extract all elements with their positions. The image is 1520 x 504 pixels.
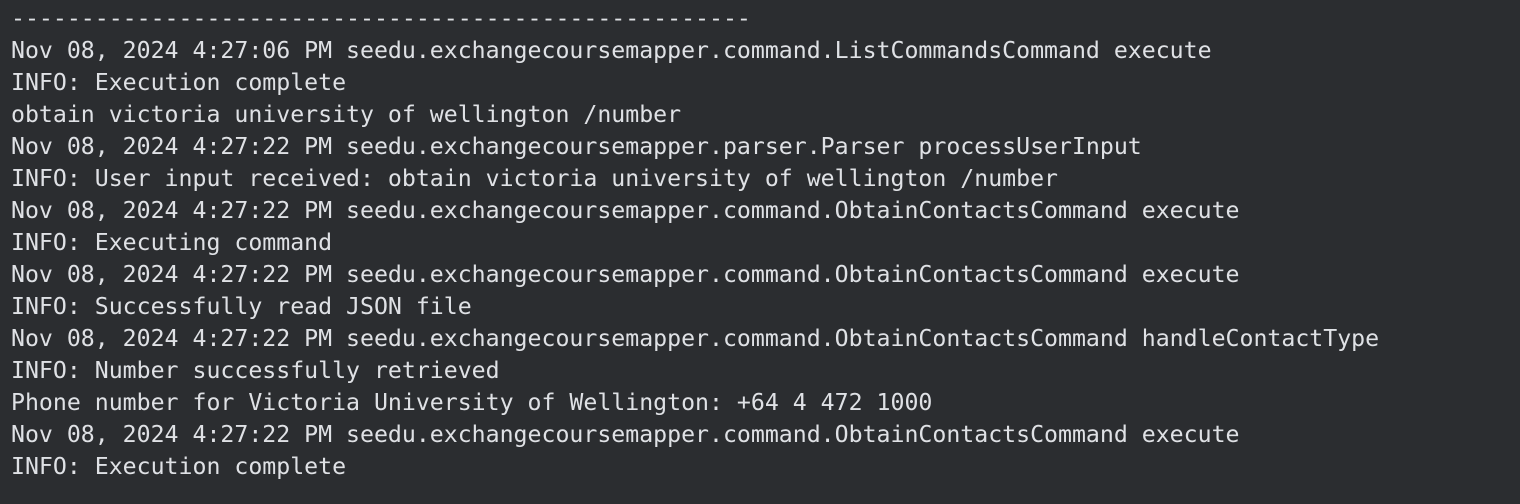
console-log-header-line: Nov 08, 2024 4:27:22 PM seedu.exchangeco… <box>11 133 1142 160</box>
console-log-header-line: Nov 08, 2024 4:27:06 PM seedu.exchangeco… <box>11 37 1212 64</box>
console-log-header-line: Nov 08, 2024 4:27:22 PM seedu.exchangeco… <box>11 421 1240 448</box>
console-log-header-line: Nov 08, 2024 4:27:22 PM seedu.exchangeco… <box>11 325 1380 352</box>
console-user-input-line: obtain victoria university of wellington… <box>11 101 682 128</box>
console-info-line: INFO: Successfully read JSON file <box>11 293 472 320</box>
console-log-header-line: Nov 08, 2024 4:27:22 PM seedu.exchangeco… <box>11 197 1240 224</box>
console-info-line: INFO: Executing command <box>11 229 333 256</box>
console-info-line: INFO: Execution complete <box>11 453 347 480</box>
console-output[interactable]: ----------------------------------------… <box>0 0 1520 504</box>
console-separator-line: ----------------------------------------… <box>11 5 751 32</box>
console-info-line: INFO: Execution complete <box>11 69 347 96</box>
console-info-line: INFO: Number successfully retrieved <box>11 357 500 384</box>
console-log-header-line: Nov 08, 2024 4:27:22 PM seedu.exchangeco… <box>11 261 1240 288</box>
console-output-line: Phone number for Victoria University of … <box>11 389 933 416</box>
console-info-line: INFO: User input received: obtain victor… <box>11 165 1059 192</box>
